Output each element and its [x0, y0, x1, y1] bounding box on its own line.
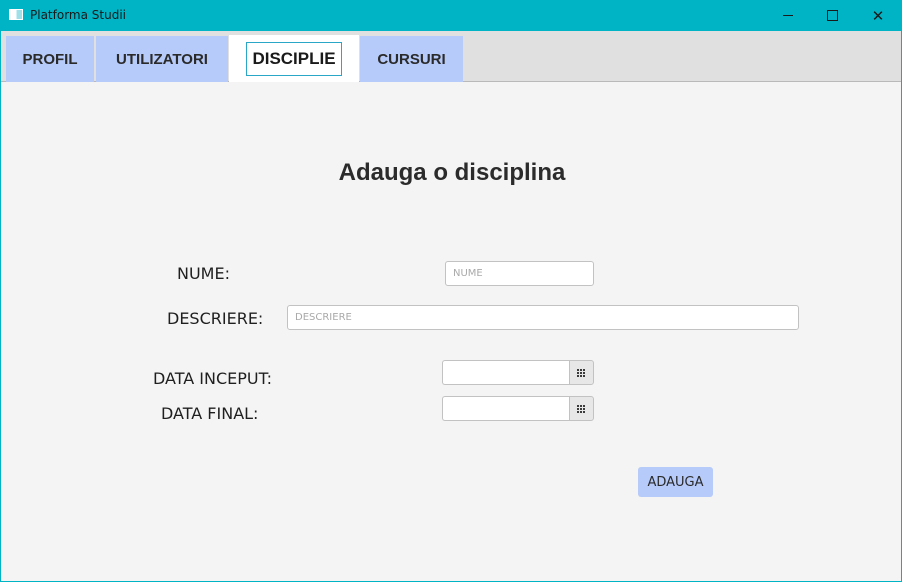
data-inceput-input[interactable]: [442, 360, 570, 385]
data-inceput-picker: [442, 360, 594, 385]
adauga-button[interactable]: ADAUGA: [638, 467, 713, 497]
tab-cursuri[interactable]: CURSURI: [360, 36, 463, 82]
descriere-label: DESCRIERE:: [167, 309, 264, 328]
tab-utilizatori[interactable]: UTILIZATORI: [96, 36, 228, 82]
data-inceput-calendar-button[interactable]: [569, 360, 594, 385]
data-final-label: DATA FINAL:: [161, 404, 259, 423]
calendar-icon: [577, 404, 586, 413]
data-final-calendar-button[interactable]: [569, 396, 594, 421]
maximize-button[interactable]: [809, 0, 855, 31]
window-app-icon: [9, 9, 23, 20]
tab-profil[interactable]: PROFIL: [6, 36, 94, 82]
tab-disciplie[interactable]: DISCIPLIE: [229, 35, 359, 82]
tab-label: CURSURI: [377, 50, 446, 68]
tab-bar: PROFIL UTILIZATORI DISCIPLIE CURSURI: [1, 31, 901, 82]
data-inceput-label: DATA INCEPUT:: [153, 369, 273, 388]
minimize-icon: [783, 15, 793, 16]
nume-input[interactable]: [445, 261, 594, 286]
data-final-picker: [442, 396, 594, 421]
title-bar: Platforma Studii ✕: [0, 0, 902, 31]
tab-label: DISCIPLIE: [246, 41, 342, 76]
close-icon: ✕: [871, 6, 885, 25]
window-title: Platforma Studii: [30, 8, 126, 22]
tab-label: PROFIL: [22, 50, 78, 68]
maximize-icon: [826, 10, 838, 21]
nume-label: NUME:: [177, 264, 230, 283]
form-heading: Adauga o disciplina: [338, 159, 566, 186]
main-content: PROFIL UTILIZATORI DISCIPLIE CURSURI Ada…: [1, 31, 901, 581]
tab-label: UTILIZATORI: [116, 50, 208, 68]
descriere-input[interactable]: [287, 305, 799, 330]
close-button[interactable]: ✕: [855, 0, 901, 31]
data-final-input[interactable]: [442, 396, 570, 421]
minimize-button[interactable]: [765, 0, 811, 31]
calendar-icon: [577, 368, 586, 377]
